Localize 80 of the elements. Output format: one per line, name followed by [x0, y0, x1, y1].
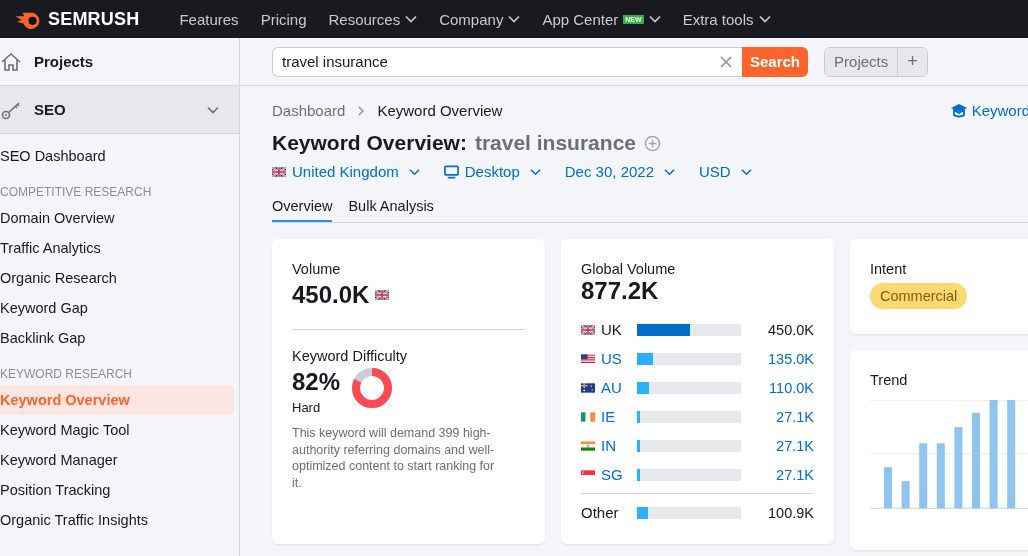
us-flag-icon	[581, 353, 595, 364]
sidebar-section-heading: KEYWORD RESEARCH	[0, 367, 134, 381]
chevron-down-icon	[408, 167, 420, 176]
in-flag-icon	[581, 440, 595, 451]
trend-bar	[919, 443, 928, 509]
projects-button[interactable]: Projects	[825, 47, 898, 76]
chevron-down-icon	[664, 167, 675, 176]
country-code[interactable]: US	[601, 350, 637, 367]
card-label: Keyword Difficulty	[292, 348, 408, 364]
difficulty-value: 82%	[292, 368, 341, 396]
add-circle-icon[interactable]	[644, 134, 661, 152]
clear-icon[interactable]	[720, 55, 732, 68]
volume-value: 450.0K	[292, 281, 370, 309]
page-title: Keyword Overview:	[272, 131, 467, 155]
difficulty-rating: Hard	[292, 400, 322, 415]
uk-flag-icon	[375, 290, 390, 300]
trend-bar	[901, 481, 910, 509]
country-volume[interactable]: 110.0K	[741, 379, 814, 396]
seo-menu-item[interactable]: SEO	[0, 86, 239, 134]
filter-dropdown[interactable]: Dec 30, 2022	[564, 163, 675, 180]
card-label: Trend	[870, 372, 909, 388]
keyword-title: travel insurance	[474, 131, 636, 155]
country-code[interactable]: IN	[601, 437, 637, 454]
country-volume[interactable]: 27.1K	[741, 437, 814, 454]
country-volume: 450.0K	[767, 321, 814, 338]
other-label: Other	[581, 504, 620, 521]
chevron-down-icon	[207, 105, 219, 114]
chevron-down-icon	[529, 167, 541, 176]
au-flag-icon	[581, 382, 595, 393]
graduation-cap-icon	[949, 102, 968, 119]
sidebar-menu-item[interactable]: SEO Dashboard	[0, 141, 234, 171]
trend-bar	[884, 467, 892, 509]
country-code[interactable]: IE	[601, 408, 637, 425]
chevron-down-icon	[740, 167, 752, 176]
brand-name[interactable]: SEMRUSH	[48, 8, 140, 30]
sidebar-menu-item[interactable]: Keyword Magic Tool	[0, 415, 234, 445]
tab[interactable]: Overview	[272, 198, 333, 222]
nav-menu-link[interactable]: Resources	[328, 10, 418, 28]
filter-dropdown[interactable]: Desktop	[443, 163, 541, 180]
difficulty-description: This keyword will demand 399 high-authority referring domains and well-optimized content to start ranking for it.	[292, 425, 496, 491]
filter-dropdown[interactable]: USD	[699, 163, 752, 180]
country-code[interactable]: SG	[601, 466, 637, 483]
country-code: UK	[601, 321, 623, 338]
sidebar-menu-item[interactable]: Backlink Gap	[0, 323, 234, 353]
filter-dropdown[interactable]: United Kingdom	[272, 163, 420, 180]
breadcrumb-item[interactable]: Dashboard	[272, 102, 346, 119]
sidebar-menu-item[interactable]: Keyword Gap	[0, 293, 234, 323]
country-volume[interactable]: 135.0K	[741, 350, 814, 367]
country-volume[interactable]: 27.1K	[741, 466, 814, 483]
card-label: Volume	[292, 261, 342, 277]
nav-menu-link[interactable]: Company	[439, 10, 521, 28]
monitor-icon	[443, 164, 459, 179]
sidebar-section-heading: COMPETITIVE RESEARCH	[0, 185, 153, 199]
sidebar-menu-item[interactable]: Traffic Analytics	[0, 233, 234, 263]
sidebar-menu-item[interactable]: Organic Research	[0, 263, 234, 293]
intent-badge: Commercial	[870, 283, 968, 309]
card-label: Intent	[870, 261, 908, 277]
other-volume: 100.9K	[767, 504, 814, 521]
sidebar-menu-item[interactable]: Keyword Manager	[0, 445, 234, 475]
card-label: Global Volume	[581, 261, 677, 277]
country-code[interactable]: AU	[601, 379, 637, 396]
home-icon	[0, 50, 22, 73]
ie-flag-icon	[581, 411, 595, 422]
nav-menu-link[interactable]: Extra tools	[682, 10, 771, 28]
sidebar-menu-item[interactable]: Position Tracking	[0, 475, 234, 505]
add-project-button[interactable]: +	[897, 47, 927, 76]
trend-bar	[936, 443, 945, 509]
uk-flag-icon	[581, 324, 595, 335]
search-field[interactable]: travel insurance	[272, 46, 742, 77]
nav-menu-link[interactable]: Features	[179, 10, 239, 28]
global-volume-value: 877.2K	[581, 277, 660, 305]
nav-menu-link[interactable]: Pricing	[260, 10, 307, 28]
sidebar-menu-item[interactable]: Domain Overview	[0, 203, 234, 233]
difficulty-donut-chart	[350, 365, 395, 410]
chevron-right-icon	[357, 104, 366, 117]
breadcrumb-item: Keyword Overview	[377, 102, 503, 119]
country-volume[interactable]: 27.1K	[741, 408, 814, 425]
sidebar-menu-item[interactable]: Organic Traffic Insights	[0, 505, 234, 535]
uk-flag-icon	[272, 166, 286, 177]
tab[interactable]: Bulk Analysis	[348, 198, 434, 222]
